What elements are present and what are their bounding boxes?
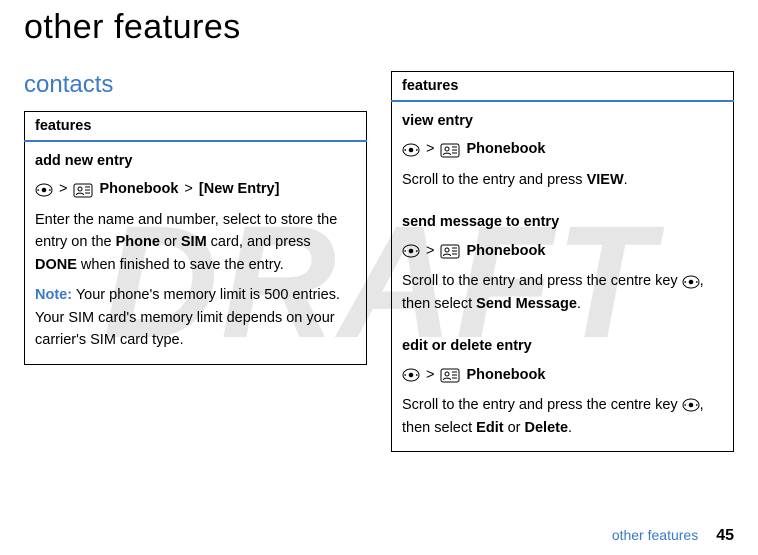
note-text: Your phone's memory limit is 500 entries…	[35, 287, 340, 348]
entry-title: add new entry	[35, 150, 356, 172]
text: or	[504, 420, 525, 436]
centre-key-icon	[402, 244, 420, 258]
text: Scroll to the entry and press the centre…	[402, 273, 682, 289]
key-label: DONE	[35, 257, 77, 273]
entry-body: Scroll to the entry and press the centre…	[402, 270, 723, 315]
centre-key-icon	[682, 398, 700, 412]
text: .	[624, 172, 628, 188]
note-label: Note:	[35, 287, 72, 303]
centre-key-icon	[402, 368, 420, 382]
nav-label-phonebook: Phonebook	[466, 364, 545, 386]
table-row: send message to entry > Phonebook	[392, 203, 734, 327]
text: .	[577, 296, 581, 312]
phonebook-icon	[440, 142, 460, 158]
text: card, and press	[207, 234, 311, 250]
text: Scroll to the entry and press	[402, 172, 587, 188]
centre-key-icon	[35, 183, 53, 197]
nav-path: > Phonebook	[402, 138, 723, 160]
nav-path: > Phonebook > [New Entry]	[35, 178, 356, 200]
nav-sep: >	[59, 178, 67, 200]
key-label: Edit	[476, 420, 503, 436]
nav-sep: >	[426, 138, 434, 160]
entry-title: send message to entry	[402, 211, 723, 233]
nav-label-phonebook: Phonebook	[466, 240, 545, 262]
key-label: Send Message	[476, 296, 577, 312]
table-row: edit or delete entry > Phonebook	[392, 327, 734, 451]
table-row: view entry > Phonebook Sc	[392, 101, 734, 203]
footer-label: other features	[612, 527, 698, 543]
text: or	[160, 234, 181, 250]
entry-note: Note: Your phone's memory limit is 500 e…	[35, 284, 356, 351]
entry-title: view entry	[402, 110, 723, 132]
entry-body: Scroll to the entry and press the centre…	[402, 394, 723, 439]
key-label: VIEW	[587, 172, 624, 188]
key-label: Phone	[116, 234, 160, 250]
table-row: add new entry > Phonebook > [New Entr	[25, 141, 367, 364]
features-table-right: features view entry >	[391, 71, 734, 452]
text: when finished to save the entry.	[77, 257, 284, 273]
phonebook-icon	[440, 367, 460, 383]
nav-sep: >	[426, 240, 434, 262]
nav-sep: >	[184, 178, 192, 200]
nav-path: > Phonebook	[402, 364, 723, 386]
table-header: features	[25, 112, 367, 142]
key-label: SIM	[181, 234, 207, 250]
page-number: 45	[716, 527, 734, 545]
phonebook-icon	[440, 243, 460, 259]
features-table-left: features add new entry >	[24, 111, 367, 365]
key-label: Delete	[525, 420, 569, 436]
phonebook-icon	[73, 182, 93, 198]
nav-label-newentry: [New Entry]	[199, 178, 280, 200]
entry-title: edit or delete entry	[402, 335, 723, 357]
centre-key-icon	[402, 143, 420, 157]
entry-body: Scroll to the entry and press VIEW.	[402, 169, 723, 191]
text: .	[568, 420, 572, 436]
nav-label-phonebook: Phonebook	[99, 178, 178, 200]
table-header: features	[392, 72, 734, 102]
page-title: other features	[24, 8, 734, 47]
section-heading-contacts: contacts	[24, 71, 367, 99]
nav-sep: >	[426, 364, 434, 386]
entry-body: Enter the name and number, select to sto…	[35, 209, 356, 276]
text: Scroll to the entry and press the centre…	[402, 397, 682, 413]
page-footer: other features 45	[612, 527, 734, 545]
nav-path: > Phonebook	[402, 240, 723, 262]
centre-key-icon	[682, 275, 700, 289]
nav-label-phonebook: Phonebook	[466, 138, 545, 160]
